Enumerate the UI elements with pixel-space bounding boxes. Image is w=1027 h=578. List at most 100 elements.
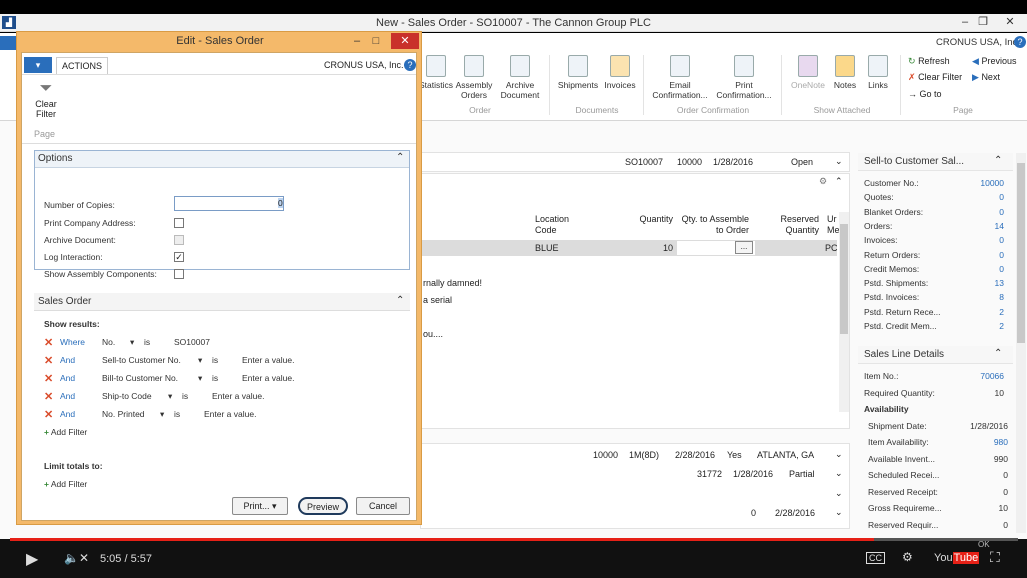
maximize-button[interactable]: ❐ [973, 15, 993, 30]
ribbon-menu-button[interactable] [0, 36, 16, 50]
chevron-down-icon[interactable]: ▾ [168, 391, 172, 402]
factbox-row-value[interactable]: 2 [999, 321, 1004, 331]
vertical-scrollbar[interactable] [839, 212, 849, 412]
shipments-button[interactable]: Shipments [556, 55, 600, 90]
factbox-row[interactable]: Quotes: 0 [864, 192, 1004, 202]
archive-document-button[interactable]: Archive Document [496, 55, 544, 100]
scrollbar-thumb[interactable] [1017, 163, 1025, 343]
factbox-row[interactable]: Customer No.: 10000 [864, 178, 1004, 188]
filter-field[interactable]: Ship-to Code [102, 391, 152, 401]
factbox-row[interactable]: Credit Memos: 0 [864, 264, 1004, 274]
factbox-row[interactable]: Pstd. Return Rece... 2 [864, 307, 1004, 317]
remove-filter-icon[interactable]: ✕ [44, 408, 53, 421]
chevron-down-icon[interactable]: ⌄ [835, 507, 843, 518]
assembly-checkbox[interactable] [174, 269, 184, 279]
factbox-row-value[interactable]: 0 [999, 250, 1004, 260]
settings-gear-icon[interactable]: ⚙ [902, 550, 913, 564]
factbox-row-value[interactable]: 13 [995, 278, 1004, 288]
archive-checkbox[interactable] [174, 235, 184, 245]
chevron-down-icon[interactable]: ▾ [198, 355, 202, 366]
close-window-button[interactable]: ✕ [1000, 15, 1020, 30]
factbox-line-value[interactable]: 70066 [980, 371, 1004, 381]
filter-value-input[interactable]: Enter a value. [204, 409, 256, 419]
help-icon[interactable]: ? [404, 59, 416, 71]
factbox-row-value[interactable]: 10000 [980, 178, 1004, 188]
filter-field[interactable]: Bill-to Customer No. [102, 373, 178, 383]
assembly-orders-button[interactable]: Assembly Orders [454, 55, 494, 100]
remove-filter-icon[interactable]: ✕ [44, 336, 53, 349]
filter-field[interactable]: No. [102, 337, 115, 347]
clear-filter-button[interactable]: ⏷ Clear Filter [32, 79, 60, 119]
factbox-row-value[interactable]: 2 [999, 307, 1004, 317]
dialog-close-button[interactable]: ✕ [391, 33, 419, 49]
print-button[interactable]: Print... ▾ [232, 497, 288, 515]
video-progress-bar[interactable] [10, 538, 1018, 541]
chevron-up-icon[interactable]: ⌃ [835, 176, 843, 187]
ribbon-clear-filter-button[interactable]: ✗ Clear Filter [908, 72, 962, 83]
log-interaction-checkbox[interactable]: ✓ [174, 252, 184, 262]
links-button[interactable]: Links [864, 55, 892, 90]
dialog-maximize-button[interactable]: □ [366, 33, 386, 49]
filter-value-input[interactable]: Enter a value. [242, 355, 294, 365]
chevron-up-icon[interactable]: ⌃ [994, 348, 1002, 359]
chevron-down-icon[interactable]: ⌄ [835, 156, 843, 167]
assist-edit-button[interactable]: ... [735, 241, 753, 254]
invoices-button[interactable]: Invoices [602, 55, 638, 90]
statistics-button[interactable]: Statistics [418, 55, 454, 90]
factbox-line-header[interactable]: Sales Line Details ⌃ [858, 346, 1013, 364]
remove-filter-icon[interactable]: ✕ [44, 354, 53, 367]
factbox-row-value[interactable]: 0 [999, 235, 1004, 245]
chevron-down-icon[interactable]: ▾ [130, 337, 134, 348]
factbox-row-value[interactable]: 14 [995, 221, 1004, 231]
minimize-button[interactable]: – [955, 15, 975, 30]
scrollbar-thumb[interactable] [840, 224, 848, 334]
factbox-row-value[interactable]: 0 [999, 192, 1004, 202]
filter-field[interactable]: No. Printed [102, 409, 145, 419]
notes-button[interactable]: Notes [830, 55, 860, 90]
filter-value-input[interactable]: SO10007 [174, 337, 210, 347]
factbox-row-value[interactable]: 0 [999, 207, 1004, 217]
add-limit-filter-button[interactable]: + Add Filter [44, 479, 87, 489]
next-button[interactable]: ▶ Next [972, 72, 1000, 83]
remove-filter-icon[interactable]: ✕ [44, 390, 53, 403]
factbox-row-value[interactable]: 0 [999, 264, 1004, 274]
tab-actions[interactable]: ACTIONS [56, 57, 108, 74]
help-icon[interactable]: ? [1014, 36, 1026, 48]
factbox-row[interactable]: Invoices: 0 [864, 235, 1004, 245]
factbox-row[interactable]: Pstd. Shipments: 13 [864, 278, 1004, 288]
factbox-scrollbar[interactable] [1016, 153, 1026, 533]
chevron-down-icon[interactable]: ▾ [160, 409, 164, 420]
print-address-checkbox[interactable] [174, 218, 184, 228]
refresh-button[interactable]: ↻ Refresh [908, 56, 950, 67]
chevron-down-icon[interactable]: ⌄ [835, 468, 843, 479]
factbox-row-value[interactable]: 8 [999, 292, 1004, 302]
factbox-row[interactable]: Blanket Orders: 0 [864, 207, 1004, 217]
copies-input[interactable]: 0 [174, 196, 284, 211]
chevron-down-icon[interactable]: ▾ [198, 373, 202, 384]
remove-filter-icon[interactable]: ✕ [44, 372, 53, 385]
dialog-minimize-button[interactable]: – [347, 33, 367, 49]
filter-value-input[interactable]: Enter a value. [212, 391, 264, 401]
captions-icon[interactable]: CC [866, 552, 885, 564]
chevron-down-icon[interactable]: ⌄ [835, 449, 843, 460]
email-confirmation-button[interactable]: Email Confirmation... [650, 55, 710, 100]
factbox-row[interactable]: Return Orders: 0 [864, 250, 1004, 260]
previous-button[interactable]: ◀ Previous [972, 56, 1016, 67]
fullscreen-icon[interactable]: ⛶ [990, 549, 1000, 566]
chevron-up-icon[interactable]: ⌃ [396, 295, 404, 306]
factbox-row[interactable]: Pstd. Credit Mem... 2 [864, 321, 1004, 331]
add-filter-button[interactable]: + Add Filter [44, 427, 87, 437]
print-confirmation-button[interactable]: Print Confirmation... [714, 55, 774, 100]
play-icon[interactable]: ▶ [26, 549, 38, 569]
go-to-button[interactable]: → Go to [908, 89, 942, 99]
factbox-line-value[interactable]: 980 [994, 437, 1008, 447]
factbox-row[interactable]: Orders: 14 [864, 221, 1004, 231]
factbox-line-row[interactable]: Item Availability: 980 [868, 437, 1008, 447]
table-row[interactable]: BLUE 10 ... PC [421, 240, 838, 256]
dialog-menu-button[interactable]: ▾ [24, 57, 52, 73]
cancel-button[interactable]: Cancel [356, 497, 410, 515]
preview-button[interactable]: Preview [298, 497, 348, 515]
chevron-up-icon[interactable]: ⌃ [994, 155, 1002, 166]
filter-value-input[interactable]: Enter a value. [242, 373, 294, 383]
onenote-button[interactable]: OneNote [788, 55, 828, 90]
